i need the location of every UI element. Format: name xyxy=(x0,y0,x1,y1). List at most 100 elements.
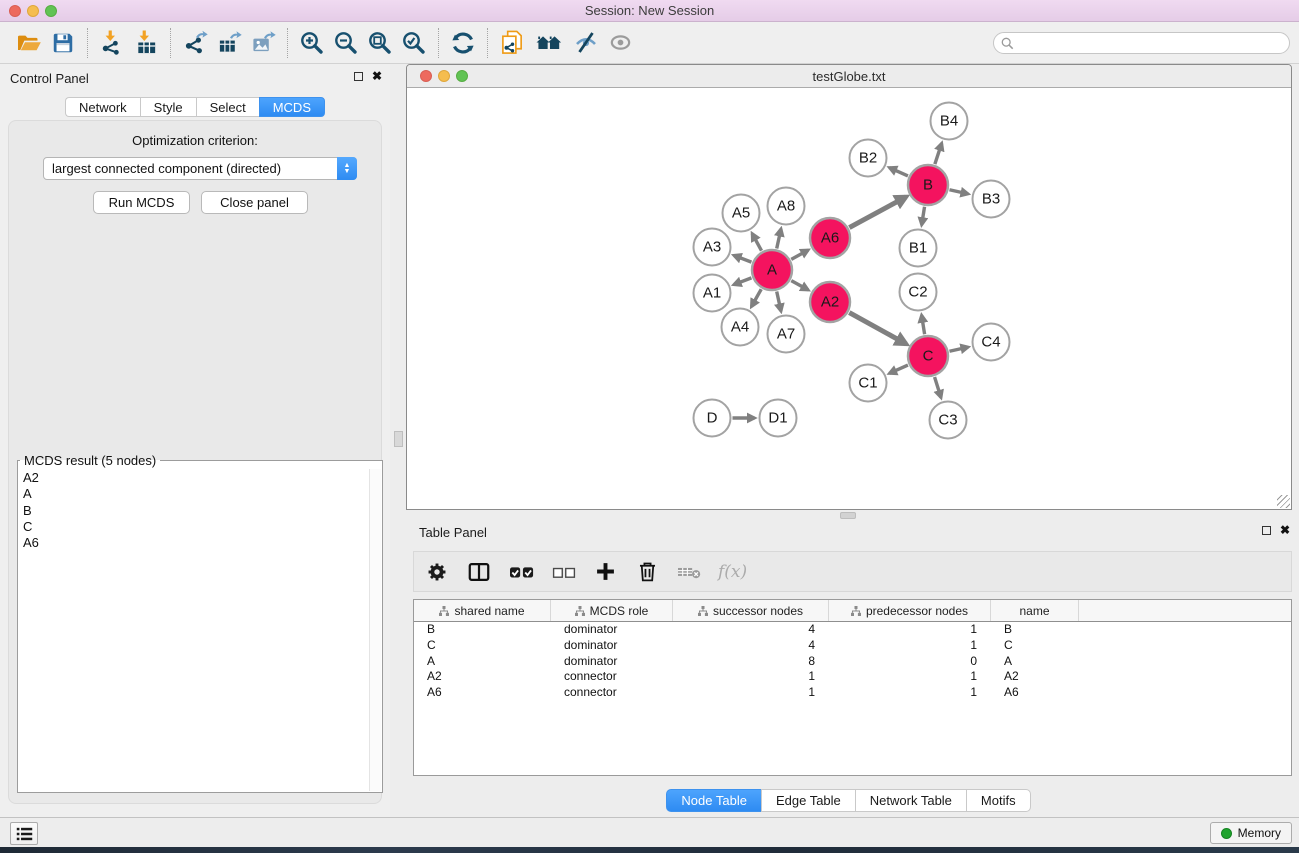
table-cell[interactable]: dominator xyxy=(551,654,673,670)
column-header-shared-name[interactable]: shared name xyxy=(414,600,551,621)
table-cell[interactable]: 1 xyxy=(673,685,829,701)
table-cell[interactable]: connector xyxy=(551,685,673,701)
refresh-layout-button[interactable] xyxy=(446,28,480,58)
task-history-button[interactable] xyxy=(10,822,38,845)
zoom-fit-button[interactable] xyxy=(363,28,397,58)
tab-network[interactable]: Network xyxy=(65,97,140,117)
table-cell[interactable]: dominator xyxy=(551,638,673,654)
node-C1[interactable]: C1 xyxy=(850,365,887,402)
add-column-button[interactable] xyxy=(594,557,617,587)
memory-button[interactable]: Memory xyxy=(1210,822,1292,844)
table-cell[interactable]: A6 xyxy=(414,685,551,701)
node-C4[interactable]: C4 xyxy=(973,324,1010,361)
node-A6[interactable]: A6 xyxy=(810,218,850,258)
import-table-button[interactable] xyxy=(129,28,163,58)
edge-A-A6[interactable] xyxy=(791,250,808,259)
column-header-predecessor-nodes[interactable]: predecessor nodes xyxy=(829,600,991,621)
zoom-selected-button[interactable] xyxy=(397,28,431,58)
edge-C-C2[interactable] xyxy=(922,315,925,334)
optimization-criterion-select[interactable]: largest connected component (directed) ▲… xyxy=(43,157,357,180)
import-network-button[interactable] xyxy=(95,28,129,58)
duplicate-network-button[interactable] xyxy=(495,28,529,58)
result-item[interactable]: C xyxy=(23,519,366,535)
open-session-button[interactable] xyxy=(12,28,46,58)
function-builder-button[interactable]: f(x) xyxy=(716,562,747,582)
table-cell[interactable]: B xyxy=(414,622,551,638)
table-cell[interactable]: 8 xyxy=(673,654,829,670)
edge-B-B3[interactable] xyxy=(949,190,968,194)
result-item[interactable]: A6 xyxy=(23,535,366,551)
node-A4[interactable]: A4 xyxy=(722,309,759,346)
tab-node-table[interactable]: Node Table xyxy=(666,789,761,812)
edge-A-A1[interactable] xyxy=(734,278,752,285)
edge-A-A3[interactable] xyxy=(734,255,752,262)
float-panel-icon[interactable] xyxy=(354,72,363,81)
edge-A6-B[interactable] xyxy=(849,197,906,228)
edge-A-A5[interactable] xyxy=(752,234,761,251)
tab-edge-table[interactable]: Edge Table xyxy=(761,789,855,812)
table-cell[interactable]: 4 xyxy=(673,638,829,654)
node-B3[interactable]: B3 xyxy=(973,181,1010,218)
edge-B-B1[interactable] xyxy=(922,207,925,225)
save-session-button[interactable] xyxy=(46,28,80,58)
edge-A2-C[interactable] xyxy=(849,313,906,344)
node-A7[interactable]: A7 xyxy=(768,316,805,353)
column-header-MCDS-role[interactable]: MCDS role xyxy=(551,600,673,621)
node-B4[interactable]: B4 xyxy=(931,103,968,140)
table-cell[interactable]: 4 xyxy=(673,622,829,638)
node-C[interactable]: C xyxy=(908,336,948,376)
table-cell[interactable]: 1 xyxy=(829,669,991,685)
table-cell[interactable]: A6 xyxy=(991,685,1079,701)
tab-motifs[interactable]: Motifs xyxy=(966,789,1031,812)
table-cell[interactable]: B xyxy=(991,622,1079,638)
table-cell[interactable]: 1 xyxy=(829,622,991,638)
close-panel-button[interactable]: Close panel xyxy=(201,191,308,214)
float-table-panel-icon[interactable] xyxy=(1262,526,1271,535)
table-cell[interactable]: A2 xyxy=(991,669,1079,685)
table-cell[interactable]: 1 xyxy=(829,685,991,701)
close-panel-icon[interactable]: ✖ xyxy=(372,71,382,82)
table-cell[interactable]: dominator xyxy=(551,622,673,638)
split-view-button[interactable] xyxy=(467,557,491,587)
zoom-out-button[interactable] xyxy=(329,28,363,58)
table-cell[interactable]: A xyxy=(991,654,1079,670)
column-header-successor-nodes[interactable]: successor nodes xyxy=(673,600,829,621)
tab-network-table[interactable]: Network Table xyxy=(855,789,966,812)
result-item[interactable]: A2 xyxy=(23,470,366,486)
table-cell[interactable]: C xyxy=(414,638,551,654)
column-header-name[interactable]: name xyxy=(991,600,1079,621)
edge-B-B4[interactable] xyxy=(935,143,942,164)
table-cell[interactable]: A2 xyxy=(414,669,551,685)
node-B2[interactable]: B2 xyxy=(850,140,887,177)
vertical-splitter-handle[interactable] xyxy=(394,431,403,447)
edge-A-A7[interactable] xyxy=(777,291,781,311)
node-B[interactable]: B xyxy=(908,165,948,205)
table-cell[interactable]: connector xyxy=(551,669,673,685)
delete-table-button[interactable] xyxy=(676,557,703,587)
network-graph[interactable]: B4B2BB3A8A5A6A3B1AC2A1A2A4A7C4CC1C3DD1 xyxy=(407,88,1291,509)
edge-A-A8[interactable] xyxy=(777,229,781,249)
table-row[interactable]: A6connector11A6 xyxy=(414,685,1291,701)
deselect-all-checkboxes-button[interactable] xyxy=(551,557,577,587)
table-cell[interactable]: 1 xyxy=(829,638,991,654)
export-image-button[interactable] xyxy=(246,28,280,58)
table-settings-button[interactable] xyxy=(426,557,448,587)
table-row[interactable]: Adominator80A xyxy=(414,654,1291,670)
close-table-panel-icon[interactable]: ✖ xyxy=(1280,525,1290,536)
table-row[interactable]: A2connector11A2 xyxy=(414,669,1291,685)
search-input[interactable] xyxy=(1018,34,1289,52)
node-C3[interactable]: C3 xyxy=(930,402,967,439)
result-item[interactable]: A xyxy=(23,486,366,502)
node-A1[interactable]: A1 xyxy=(694,275,731,312)
node-D[interactable]: D xyxy=(694,400,731,437)
window-resize-grip[interactable] xyxy=(1277,495,1290,508)
tab-mcds[interactable]: MCDS xyxy=(259,97,325,117)
tab-select[interactable]: Select xyxy=(196,97,259,117)
node-D1[interactable]: D1 xyxy=(760,400,797,437)
result-item[interactable]: B xyxy=(23,503,366,519)
node-A2[interactable]: A2 xyxy=(810,282,850,322)
edge-C-C3[interactable] xyxy=(935,377,941,398)
network-canvas[interactable]: B4B2BB3A8A5A6A3B1AC2A1A2A4A7C4CC1C3DD1 xyxy=(407,88,1291,509)
table-row[interactable]: Cdominator41C xyxy=(414,638,1291,654)
run-mcds-button[interactable]: Run MCDS xyxy=(93,191,190,214)
